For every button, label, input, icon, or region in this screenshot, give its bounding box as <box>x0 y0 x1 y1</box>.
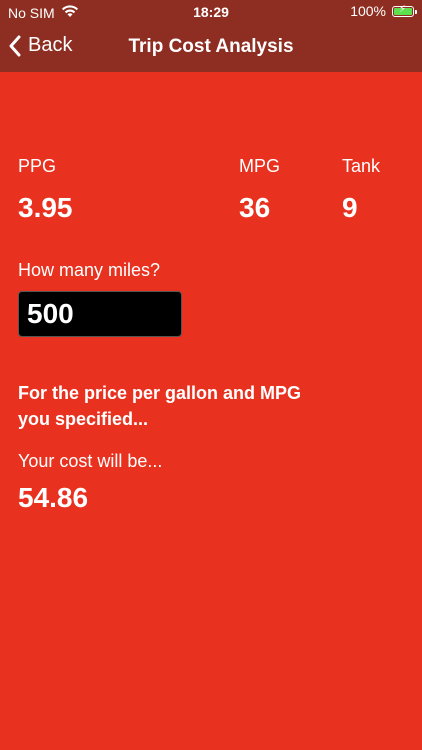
ppg-label: PPG <box>18 156 57 176</box>
tank-value: 9 <box>342 192 358 223</box>
battery-group: 100% ⚡ <box>350 3 417 19</box>
result-description: For the price per gallon and MPG you spe… <box>18 380 378 432</box>
battery-percent: 100% <box>350 3 386 19</box>
result-description-line-2: you specified... <box>18 409 149 429</box>
cost-label: Your cost will be... <box>18 451 163 471</box>
battery-icon: ⚡ <box>392 3 417 17</box>
mpg-value: 36 <box>239 192 271 223</box>
miles-label: How many miles? <box>18 260 161 280</box>
status-bar: No SIM 18:29 100% ⚡ <box>0 0 422 24</box>
result-description-line-1: For the price per gallon and MPG <box>18 383 302 403</box>
mpg-label: MPG <box>239 156 281 176</box>
charging-bolt-icon: ⚡ <box>399 3 407 15</box>
miles-input[interactable]: 500 <box>18 291 182 337</box>
page-title: Trip Cost Analysis <box>128 36 294 57</box>
tank-label: Tank <box>342 156 381 176</box>
cost-value: 54.86 <box>18 482 89 513</box>
navigation-bar: Back Trip Cost Analysis <box>0 24 422 72</box>
ppg-value: 3.95 <box>18 192 73 223</box>
